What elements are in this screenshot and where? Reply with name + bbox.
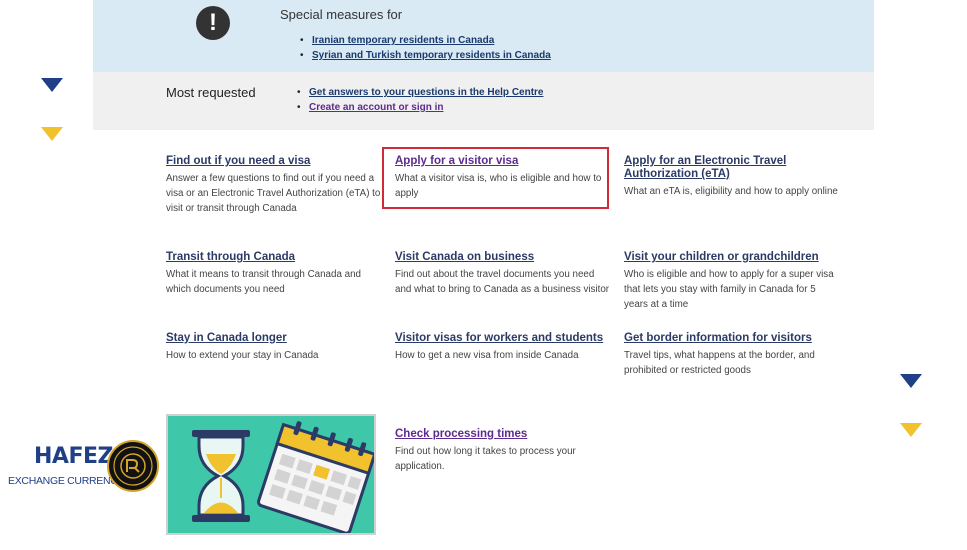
exclamation-icon: ! [196, 6, 230, 40]
most-requested-list: Get answers to your questions in the Hel… [297, 85, 544, 115]
need-visa-link[interactable]: Find out if you need a visa [166, 155, 384, 168]
list-item: Get answers to your questions in the Hel… [297, 85, 544, 100]
card-description: How to extend your stay in Canada [166, 350, 319, 361]
iranian-residents-link[interactable]: Iranian temporary residents in Canada [312, 35, 494, 46]
card-transit: Transit through Canada What it means to … [166, 251, 384, 297]
special-measures-banner: ! Special measures for Iranian temporary… [93, 0, 874, 72]
card-description: What an eTA is, eligibility and how to a… [624, 186, 838, 197]
most-requested-section: Most requested Get answers to your quest… [93, 72, 874, 130]
logo-brand: HAFEZ [34, 444, 113, 469]
most-requested-title: Most requested [166, 85, 256, 100]
card-description: How to get a new visa from inside Canada [395, 350, 579, 361]
card-border-info: Get border information for visitors Trav… [624, 332, 842, 378]
help-centre-link[interactable]: Get answers to your questions in the Hel… [309, 87, 544, 98]
card-business: Visit Canada on business Find out about … [395, 251, 613, 297]
yellow-triangle-icon [41, 127, 63, 141]
card-description: Who is eligible and how to apply for a s… [624, 269, 834, 310]
syrian-turkish-residents-link[interactable]: Syrian and Turkish temporary residents i… [312, 50, 551, 61]
processing-times-link[interactable]: Check processing times [395, 428, 613, 441]
card-super-visa: Visit your children or grandchildren Who… [624, 251, 842, 312]
seal-emblem-icon [113, 446, 153, 486]
card-description: Answer a few questions to find out if yo… [166, 173, 381, 214]
workers-students-link[interactable]: Visitor visas for workers and students [395, 332, 613, 345]
list-item: Create an account or sign in [297, 100, 544, 115]
card-eta: Apply for an Electronic Travel Authoriza… [624, 155, 842, 199]
create-account-link[interactable]: Create an account or sign in [309, 102, 443, 113]
card-description: Find out how long it takes to process yo… [395, 446, 576, 472]
hourglass-calendar-icon [168, 416, 374, 533]
visit-children-link[interactable]: Visit your children or grandchildren [624, 251, 842, 264]
card-stay-longer: Stay in Canada longer How to extend your… [166, 332, 384, 363]
transit-link[interactable]: Transit through Canada [166, 251, 384, 264]
border-info-link[interactable]: Get border information for visitors [624, 332, 842, 345]
hourglass-calendar-illustration [166, 414, 376, 535]
card-description: What it means to transit through Canada … [166, 269, 361, 295]
blue-triangle-icon [900, 374, 922, 388]
list-item: Syrian and Turkish temporary residents i… [300, 48, 551, 63]
special-measures-title: Special measures for [280, 7, 403, 22]
list-item: Iranian temporary residents in Canada [300, 33, 551, 48]
blue-triangle-icon [41, 78, 63, 92]
visitor-visa-highlight-box [382, 147, 609, 209]
logo-tagline: EXCHANGE CURRENCY [8, 475, 125, 487]
card-processing-times: Check processing times Find out how long… [395, 428, 613, 474]
card-description: Find out about the travel documents you … [395, 269, 610, 295]
stay-longer-link[interactable]: Stay in Canada longer [166, 332, 384, 345]
card-description: Travel tips, what happens at the border,… [624, 350, 815, 376]
apply-eta-link[interactable]: Apply for an Electronic Travel Authoriza… [624, 155, 842, 181]
business-visit-link[interactable]: Visit Canada on business [395, 251, 613, 264]
yellow-triangle-icon [900, 423, 922, 437]
hafez-seal-icon [107, 440, 159, 492]
special-measures-list: Iranian temporary residents in Canada Sy… [300, 33, 551, 63]
card-need-visa: Find out if you need a visa Answer a few… [166, 155, 384, 216]
card-workers-students: Visitor visas for workers and students H… [395, 332, 613, 363]
